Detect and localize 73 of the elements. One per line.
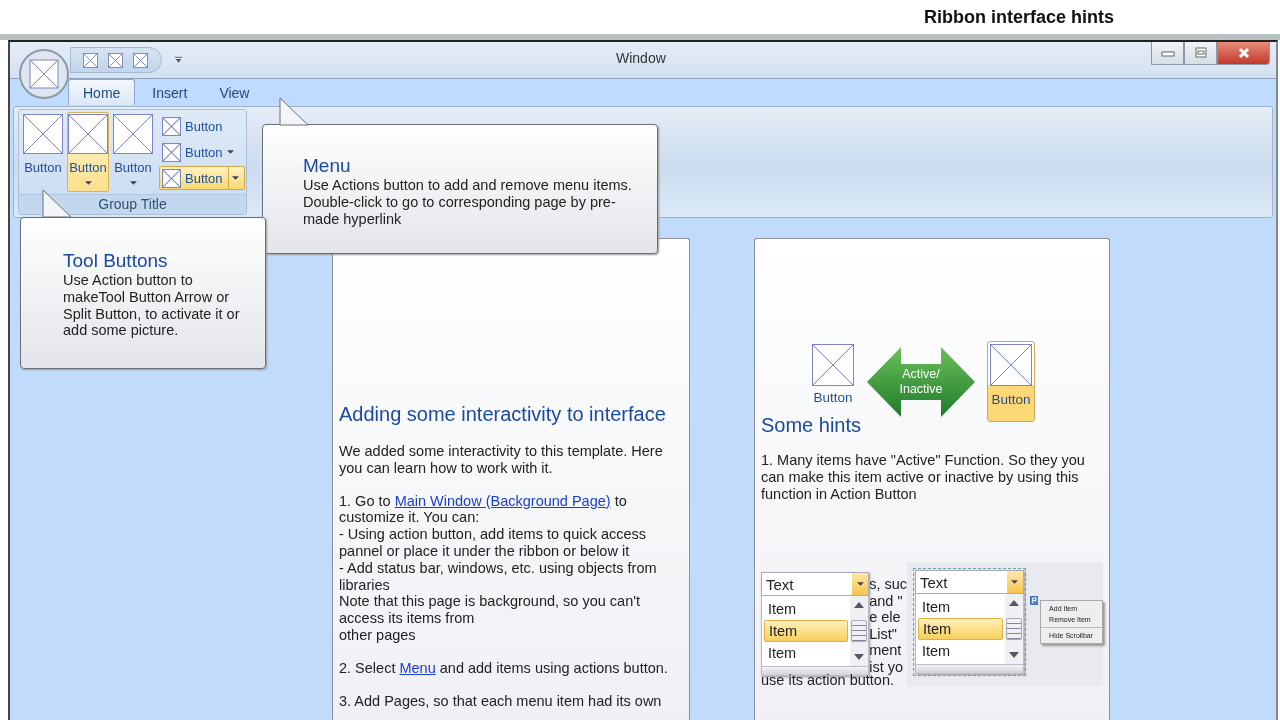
scrollbar[interactable]	[1004, 594, 1023, 665]
image-placeholder-icon	[162, 116, 181, 136]
dropdown-field[interactable]: Text	[761, 572, 870, 597]
caret-icon	[231, 176, 239, 180]
scroll-up-icon[interactable]	[1008, 600, 1019, 607]
page-title: Ribbon interface hints	[924, 6, 1114, 28]
image-placeholder-icon	[990, 344, 1032, 386]
close-button[interactable]	[1217, 42, 1270, 65]
text-fragment: e ele	[869, 609, 902, 626]
hyperlink[interactable]: Main Window (Background Page)	[394, 492, 611, 509]
text-fragment: ment	[869, 642, 903, 659]
image-placeholder-icon	[68, 114, 108, 154]
callout-title: Menu	[303, 155, 352, 177]
list-item[interactable]: Item	[918, 596, 1003, 619]
list-item[interactable]: Item	[764, 642, 849, 665]
paragraph: 2. Select Menu and add items using actions button.	[339, 659, 669, 677]
ribbon-button[interactable]: Button	[112, 112, 154, 192]
text-fragment: and "	[869, 592, 904, 610]
window-title: Window	[616, 50, 666, 66]
list-item[interactable]: Item	[918, 618, 1003, 641]
scroll-up-icon[interactable]	[854, 602, 865, 609]
image-placeholder-icon[interactable]	[83, 52, 98, 68]
callout-text: Use Actions button to add and remove menu items. Double-click to go to corresponding page by pre- made hyperlink	[303, 177, 633, 228]
ribbon-button[interactable]: Button	[22, 112, 64, 192]
ribbon-tab[interactable]: View	[204, 79, 265, 105]
caret-icon	[84, 181, 92, 185]
paragraph: 1. Many items have "Active" Function. So they you can make this item active or inactive by using this function in Action Button	[761, 452, 1086, 503]
text-fragment: s, suc	[869, 576, 909, 593]
image-placeholder-icon	[812, 344, 854, 386]
caret-icon	[856, 582, 864, 587]
text-fragment: ist yo	[869, 658, 904, 675]
text-fragment: List"	[869, 625, 898, 643]
button-label: Button	[991, 392, 1031, 407]
button-label: Button	[813, 390, 853, 405]
ribbon-tab[interactable]: Home	[68, 79, 136, 105]
panel-heading: Adding some interactivity to interface	[339, 403, 667, 426]
customize-caret-icon[interactable]	[174, 56, 183, 64]
ribbon-button[interactable]: Button	[159, 166, 245, 190]
scroll-down-icon[interactable]	[854, 654, 865, 661]
image-placeholder-icon	[23, 114, 63, 154]
callout-text: Use Action button to makeTool Button Arrow or Split Button, to activate it or add some picture.	[63, 272, 241, 340]
ribbon-button[interactable]: Button	[159, 140, 245, 164]
scrollbar[interactable]	[850, 596, 869, 667]
panel-heading: Some hints	[761, 414, 863, 436]
caret-icon	[129, 181, 137, 185]
close-icon	[1236, 47, 1251, 59]
paragraph: 1. Go to Main Window (Background Page) to customize it. You can: - Using action button, add items to quick access pannel or place it under the ribbon or below it - Add status bar, windows, etc. using objects from libraries Note that this page is background, so you can't access its items from other pages	[339, 492, 658, 644]
list-item[interactable]: Item	[918, 640, 1003, 663]
scroll-down-icon[interactable]	[1008, 652, 1019, 659]
image-placeholder-icon[interactable]	[133, 52, 148, 68]
maximize-button[interactable]	[1184, 42, 1217, 65]
resize-grip[interactable]	[915, 665, 1024, 675]
callout-title: Tool Buttons	[63, 250, 169, 272]
hyperlink[interactable]: Menu	[399, 659, 436, 676]
paragraph: 3. Add Pages, so that each menu item had its own	[339, 692, 663, 710]
image-placeholder-icon	[162, 142, 181, 162]
group-title: Group Title	[19, 194, 246, 214]
paragraph: We added some interactivity to this template. Here you can learn how to work with it.	[339, 443, 664, 477]
image-placeholder-icon[interactable]	[108, 52, 123, 68]
caret-icon	[1011, 580, 1018, 585]
arrow-label: Active/ Inactive	[898, 367, 944, 397]
list-item[interactable]: Item	[764, 620, 849, 643]
ribbon-tab[interactable]: Insert	[137, 79, 203, 105]
ribbon-button[interactable]: Button	[67, 112, 109, 192]
ribbon-button[interactable]: Button	[159, 114, 245, 138]
minimize-button[interactable]	[1151, 42, 1184, 65]
list-item[interactable]: Item	[764, 598, 849, 621]
dropdown-field[interactable]: Text	[915, 570, 1024, 595]
image-placeholder-icon	[113, 114, 153, 154]
action-flag-icon[interactable]	[1029, 596, 1039, 606]
maximize-icon	[1193, 47, 1208, 59]
image-placeholder-icon	[162, 168, 181, 188]
caret-icon	[226, 150, 234, 154]
